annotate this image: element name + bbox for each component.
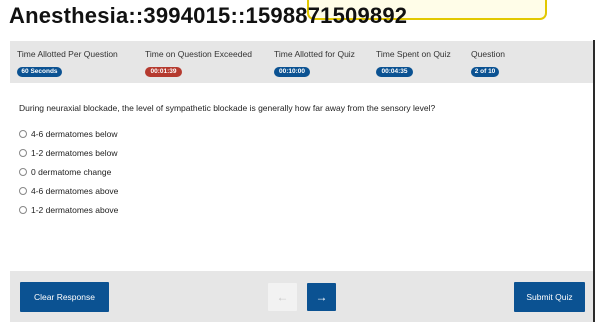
arrow-right-icon: →	[315, 290, 328, 304]
panel-right-border	[593, 40, 595, 322]
answer-option[interactable]: 1-2 dermatomes above	[19, 204, 118, 216]
stat-label: Time Allotted for Quiz	[274, 49, 355, 59]
quiz-page: Anesthesia::3994015::1598871509892 Time …	[0, 0, 598, 322]
previous-question-button[interactable]: ←	[268, 283, 297, 311]
answer-option[interactable]: 0 dermatome change	[19, 166, 111, 178]
stat-label: Time Spent on Quiz	[376, 49, 451, 59]
radio-button[interactable]	[19, 149, 27, 157]
question-text: During neuraxial blockade, the level of …	[19, 103, 436, 113]
clear-response-button[interactable]: Clear Response	[20, 282, 109, 312]
answer-option[interactable]: 1-2 dermatomes below	[19, 147, 117, 159]
answer-option[interactable]: 4-6 dermatomes above	[19, 185, 118, 197]
radio-button[interactable]	[19, 168, 27, 176]
question-panel: During neuraxial blockade, the level of …	[10, 83, 593, 271]
option-label: 0 dermatome change	[31, 167, 112, 177]
option-label: 1-2 dermatomes below	[31, 148, 118, 158]
radio-button[interactable]	[19, 187, 27, 195]
quiz-stats-bar: Time Allotted Per Question 60 Seconds Ti…	[10, 41, 593, 83]
time-per-question-badge: 60 Seconds	[17, 67, 62, 77]
quiz-footer: Clear Response ← → Submit Quiz	[10, 271, 593, 322]
arrow-left-icon: ←	[276, 290, 289, 304]
question-progress-badge: 2 of 10	[471, 67, 499, 77]
option-label: 4-6 dermatomes above	[31, 186, 119, 196]
time-spent-badge: 00:04:35	[376, 67, 413, 77]
time-exceeded-badge: 00:01:39	[145, 67, 182, 77]
radio-button[interactable]	[19, 206, 27, 214]
stat-label: Time on Question Exceeded	[145, 49, 252, 59]
answer-option[interactable]: 4-6 dermatomes below	[19, 128, 117, 140]
stat-label: Time Allotted Per Question	[17, 49, 118, 59]
radio-button[interactable]	[19, 130, 27, 138]
page-title: Anesthesia::3994015::1598871509892	[9, 3, 408, 28]
option-label: 1-2 dermatomes above	[31, 205, 119, 215]
option-label: 4-6 dermatomes below	[31, 129, 118, 139]
stat-label: Question	[471, 49, 506, 59]
next-question-button[interactable]: →	[307, 283, 336, 311]
submit-quiz-button[interactable]: Submit Quiz	[514, 282, 585, 312]
quiz-allotted-badge: 00:10:00	[274, 67, 310, 77]
